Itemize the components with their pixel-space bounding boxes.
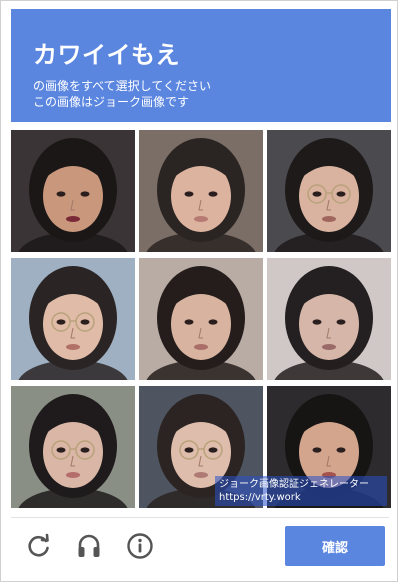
captcha-note: この画像はジョーク画像です — [33, 95, 190, 109]
refresh-icon[interactable] — [25, 532, 53, 560]
captcha-widget: カワイイもえ の画像をすべて選択してください この画像はジョーク画像です ジョー… — [0, 0, 398, 582]
watermark-url: https://vrty.work — [219, 492, 301, 503]
image-tile[interactable] — [11, 258, 135, 380]
portrait-photo — [11, 130, 135, 252]
footer-divider — [11, 517, 389, 518]
portrait-photo — [11, 258, 135, 380]
captcha-header: カワイイもえ の画像をすべて選択してください この画像はジョーク画像です — [11, 9, 391, 122]
watermark: ジョーク画像認証ジェネレーター https://vrty.work — [215, 476, 387, 506]
image-tile[interactable] — [267, 258, 391, 380]
image-tile[interactable] — [139, 258, 263, 380]
portrait-photo — [11, 386, 135, 508]
portrait-photo — [139, 258, 263, 380]
verify-button[interactable]: 確認 — [285, 526, 385, 566]
portrait-photo — [267, 130, 391, 252]
image-tile[interactable] — [11, 386, 135, 508]
image-tile[interactable] — [139, 130, 263, 252]
portrait-photo — [267, 258, 391, 380]
info-icon[interactable] — [126, 532, 154, 560]
watermark-title: ジョーク画像認証ジェネレーター — [219, 479, 369, 490]
captcha-instruction: の画像をすべて選択してください — [33, 79, 211, 93]
captcha-target-title: カワイイもえ — [33, 41, 180, 69]
image-tile[interactable] — [267, 130, 391, 252]
headphones-icon[interactable] — [75, 532, 103, 560]
portrait-photo — [139, 130, 263, 252]
image-grid — [11, 130, 391, 508]
image-tile[interactable] — [11, 130, 135, 252]
